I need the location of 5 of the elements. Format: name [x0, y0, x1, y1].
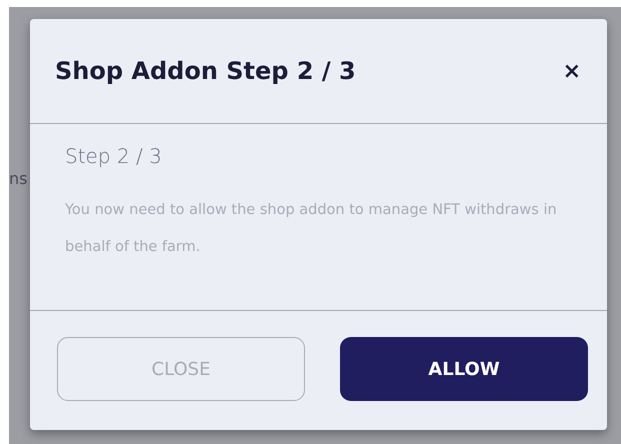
background-text: ns — [9, 169, 28, 188]
dialog-title: Shop Addon Step 2 / 3 — [55, 57, 356, 85]
allow-button[interactable]: ALLOW — [340, 337, 588, 401]
step-label: Step 2 / 3 — [65, 144, 163, 168]
dialog-message: You now need to allow the shop addon to manage NFT withdraws in behalf of the farm. — [65, 201, 558, 257]
